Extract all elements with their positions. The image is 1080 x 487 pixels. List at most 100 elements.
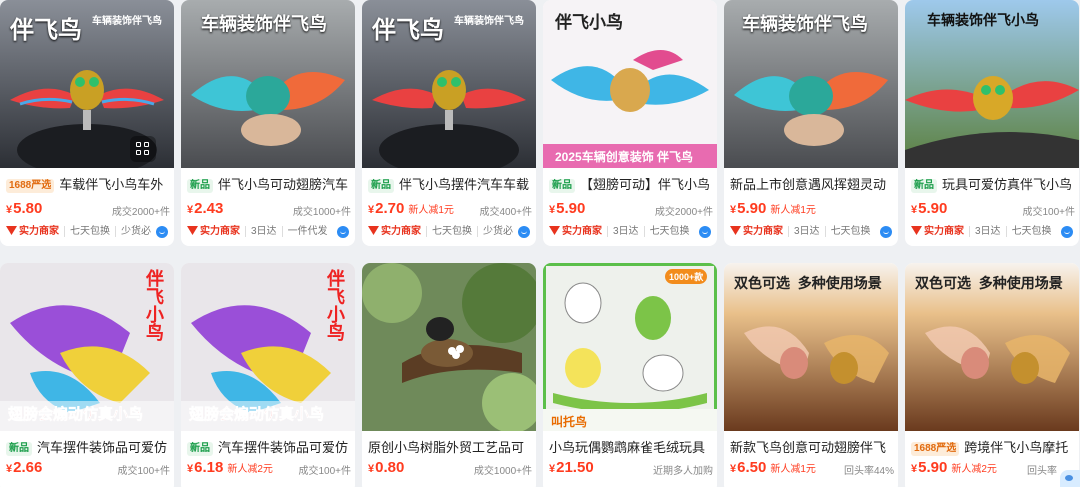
product-card[interactable]: 1000+款 叫托鸟 小鸟玩偶鹦鹉麻雀毛绒玩具 ¥21.50 近期多人加购 [543, 263, 717, 487]
sold-count: 成交1000+件 [292, 207, 351, 218]
product-title-row[interactable]: 新品 汽车摆件装饰品可爱仿 [6, 439, 172, 457]
chat-icon[interactable] [337, 226, 349, 238]
product-image[interactable]: 双色可选 多种使用场景 [724, 263, 898, 431]
badge-row: 实力商家 3日达 七天包换 [730, 224, 896, 240]
product-title-row[interactable]: 新品 伴飞小鸟摆件汽车车载 [368, 176, 534, 194]
gallery-icon[interactable] [130, 136, 156, 162]
product-title-row[interactable]: 新款飞鸟创意可动翅膀伴飞 [730, 439, 896, 457]
promo-label: 新人减2元 [951, 464, 997, 475]
product-card[interactable]: 伴飞小鸟 2025车辆创意装饰 伴飞鸟 新品 【翅膀可动】伴飞小鸟 ¥5.90 成… [543, 0, 717, 246]
product-title: 新品上市创意遇风挥翅灵动 [730, 177, 887, 192]
merchant-icon [730, 226, 741, 235]
product-title-row[interactable]: 新品 【翅膀可动】伴飞小鸟 [549, 176, 715, 194]
chat-icon[interactable] [1061, 226, 1073, 238]
product-card[interactable]: 伴飞鸟 车辆装饰伴飞鸟 新品 伴飞小鸟摆件汽车车载 ¥2.70 新人减1元 成交40… [362, 0, 536, 246]
product-card[interactable]: 车辆装饰伴飞小鸟 新品 玩具可爱仿真伴飞小鸟 ¥5.90 成交100+件 实力商家… [905, 0, 1079, 246]
image-headline: 伴飞小鸟 [555, 13, 623, 32]
product-title-row[interactable]: 小鸟玩偶鹦鹉麻雀毛绒玩具 [549, 439, 715, 457]
product-image[interactable]: 伴飞小鸟 翅膀会煽动仿真小鸟 [181, 263, 355, 431]
image-headline: 伴飞小鸟 [325, 269, 345, 341]
merchant-label: 实力商家 [381, 226, 421, 237]
product-image[interactable]: 车辆装饰伴飞小鸟 [905, 0, 1079, 168]
product-title-row[interactable]: 新品 伴飞小鸟可动翅膀汽车 [187, 176, 353, 194]
service-chip: 少货必 [115, 226, 151, 237]
product-card[interactable]: 车辆装饰伴飞鸟 新品上市创意遇风挥翅灵动 ¥5.90 新人减1元 实力商家 3日达七… [724, 0, 898, 246]
tag-new: 新品 [187, 442, 213, 456]
service-chip: 一件代发 [281, 226, 328, 237]
price: ¥6.50 [730, 459, 767, 476]
service-chip: 七天包换 [824, 226, 871, 237]
chat-icon[interactable] [880, 226, 892, 238]
price: ¥21.50 [549, 459, 594, 476]
product-title: 伴飞小鸟摆件汽车车载 [399, 177, 530, 192]
product-title-row[interactable]: 新品 玩具可爱仿真伴飞小鸟 [911, 176, 1077, 194]
product-image[interactable]: 伴飞鸟 车辆装饰伴飞鸟 [0, 0, 174, 168]
image-subline: 翅膀会煽动仿真小鸟 [8, 406, 144, 424]
service-chip: 七天包换 [1005, 226, 1052, 237]
service-chip: 七天包换 [426, 226, 472, 237]
image-subline: 叫托鸟 [551, 415, 588, 429]
price: ¥6.18 [187, 459, 224, 476]
product-title-row[interactable]: 1688严选 跨境伴飞小鸟摩托 [911, 439, 1077, 457]
sold-count: 成交2000+件 [111, 207, 170, 218]
product-title-row[interactable]: 新品上市创意遇风挥翅灵动 [730, 176, 896, 194]
service-chip: 3日达 [969, 226, 1001, 237]
product-image[interactable] [362, 263, 536, 431]
price: ¥0.80 [368, 459, 405, 476]
image-headline: 双色可选 多种使用场景 [734, 275, 882, 291]
product-card[interactable]: 双色可选 多种使用场景 新款飞鸟创意可动翅膀伴飞 ¥6.50 新人减1元 回头率4… [724, 263, 898, 487]
sold-count: 回头率 [1027, 466, 1057, 477]
badge-row: 实力商家 3日达 七天包换 [911, 224, 1077, 240]
product-card[interactable]: 原创小鸟树脂外贸工艺品可 ¥0.80 成交1000+件 [362, 263, 536, 487]
product-title-row[interactable]: 1688严选 车载伴飞小鸟车外 [6, 176, 172, 194]
product-card[interactable]: 双色可选 多种使用场景 1688严选 跨境伴飞小鸟摩托 ¥5.90 新人减2元 回头… [905, 263, 1079, 487]
product-card[interactable]: 车辆装饰伴飞鸟 新品 伴飞小鸟可动翅膀汽车 ¥2.43 成交1000+件 实力商家… [181, 0, 355, 246]
sold-count: 成交100+件 [117, 466, 170, 477]
image-headline: 1000+款 [665, 269, 708, 284]
chat-icon[interactable] [156, 226, 168, 238]
product-image[interactable]: 1000+款 叫托鸟 [543, 263, 717, 431]
image-subline: 2025车辆创意装饰 伴飞鸟 [555, 150, 694, 164]
sold-count: 回头率44% [843, 466, 894, 477]
product-title: 小鸟玩偶鹦鹉麻雀毛绒玩具 [549, 440, 706, 455]
price: ¥2.70 [368, 200, 405, 217]
image-headline: 车辆装饰伴飞鸟 [201, 14, 327, 34]
badge-row: 实力商家 3日达 一件代发 [187, 224, 353, 240]
product-card[interactable]: 伴飞鸟 车辆装饰伴飞鸟 1688严选 车载伴飞小鸟车外 ¥5.80 成交2000+… [0, 0, 174, 246]
price: ¥5.90 [549, 200, 586, 217]
tag-new: 新品 [911, 179, 937, 193]
tag-new: 新品 [549, 179, 575, 193]
chat-icon[interactable] [518, 226, 530, 238]
product-image[interactable]: 伴飞小鸟 翅膀会煽动仿真小鸟 [0, 263, 174, 431]
price-row: ¥5.90 新人减1元 [730, 200, 896, 220]
service-chip: 3日达 [788, 226, 820, 237]
product-image[interactable]: 车辆装饰伴飞鸟 [724, 0, 898, 168]
badge-row: 实力商家 七天包换 少货必 [6, 224, 172, 240]
product-title: 汽车摆件装饰品可爱仿 [37, 440, 168, 455]
service-chip: 七天包换 [643, 226, 690, 237]
product-image[interactable]: 伴飞鸟 车辆装饰伴飞鸟 [362, 0, 536, 168]
merchant-icon [911, 226, 922, 235]
merchant-icon [549, 226, 560, 235]
product-card[interactable]: 伴飞小鸟 翅膀会煽动仿真小鸟 新品 汽车摆件装饰品可爱仿 ¥2.66 成交100+… [0, 263, 174, 487]
price: ¥2.66 [6, 459, 43, 476]
product-image[interactable]: 双色可选 多种使用场景 [905, 263, 1079, 431]
product-grid: 伴飞鸟 车辆装饰伴飞鸟 1688严选 车载伴飞小鸟车外 ¥5.80 成交2000+… [0, 0, 1080, 487]
product-card[interactable]: 伴飞小鸟 翅膀会煽动仿真小鸟 新品 汽车摆件装饰品可爱仿 ¥6.18 新人减2元 成… [181, 263, 355, 487]
sold-count: 成交100+件 [1022, 207, 1075, 218]
price: ¥2.43 [187, 200, 224, 217]
tag-1688: 1688严选 [6, 179, 55, 193]
chat-icon[interactable] [699, 226, 711, 238]
assistant-icon[interactable] [1060, 470, 1080, 487]
product-title-row[interactable]: 原创小鸟树脂外贸工艺品可 [368, 439, 534, 457]
sold-count: 成交1000+件 [473, 466, 532, 477]
service-chip: 七天包换 [64, 226, 110, 237]
product-title-row[interactable]: 新品 汽车摆件装饰品可爱仿 [187, 439, 353, 457]
image-subline: 车辆装饰伴飞鸟 [92, 16, 162, 27]
product-image[interactable]: 伴飞小鸟 2025车辆创意装饰 伴飞鸟 [543, 0, 717, 168]
image-headline: 双色可选 多种使用场景 [915, 275, 1063, 291]
merchant-label: 实力商家 [743, 226, 783, 237]
price: ¥5.90 [911, 459, 948, 476]
product-image[interactable]: 车辆装饰伴飞鸟 [181, 0, 355, 168]
merchant-icon [187, 226, 198, 235]
